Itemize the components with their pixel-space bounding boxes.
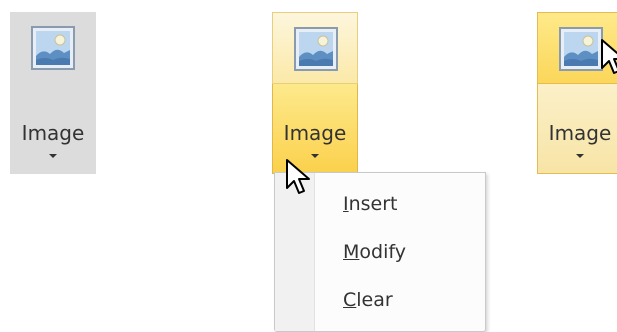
image-button-dropdown[interactable]: Image: [10, 84, 96, 174]
mouse-cursor-icon: [286, 159, 310, 194]
menu-item-insert-label: nsert: [348, 193, 398, 215]
image-icon: [559, 27, 603, 71]
mouse-cursor-icon: [601, 39, 617, 74]
image-button-label: Image: [283, 121, 347, 145]
image-icon: [31, 26, 75, 70]
image-icon: [294, 27, 338, 71]
chevron-down-icon: [49, 154, 57, 158]
menu-item-insert[interactable]: Insert: [343, 195, 398, 214]
menu-item-clear-mnemonic: C: [343, 289, 357, 311]
image-split-button-hover-top[interactable]: Image: [537, 12, 617, 174]
menu-item-clear[interactable]: Clear: [343, 291, 393, 310]
image-button-dropdown[interactable]: Image: [537, 84, 617, 174]
menu-item-modify[interactable]: Modify: [343, 243, 406, 262]
chevron-down-icon: [576, 154, 584, 158]
image-split-button-pressed[interactable]: Image: [10, 12, 96, 174]
menu-item-clear-label: lear: [356, 289, 393, 311]
image-button-label: Image: [21, 121, 85, 145]
menu-item-modify-mnemonic: M: [343, 241, 360, 263]
image-button-top[interactable]: [272, 12, 358, 84]
image-split-button-hover-dropdown[interactable]: Image: [272, 12, 358, 174]
image-button-top[interactable]: [10, 12, 96, 84]
image-button-label: Image: [548, 121, 612, 145]
menu-item-modify-label: odify: [359, 241, 406, 263]
